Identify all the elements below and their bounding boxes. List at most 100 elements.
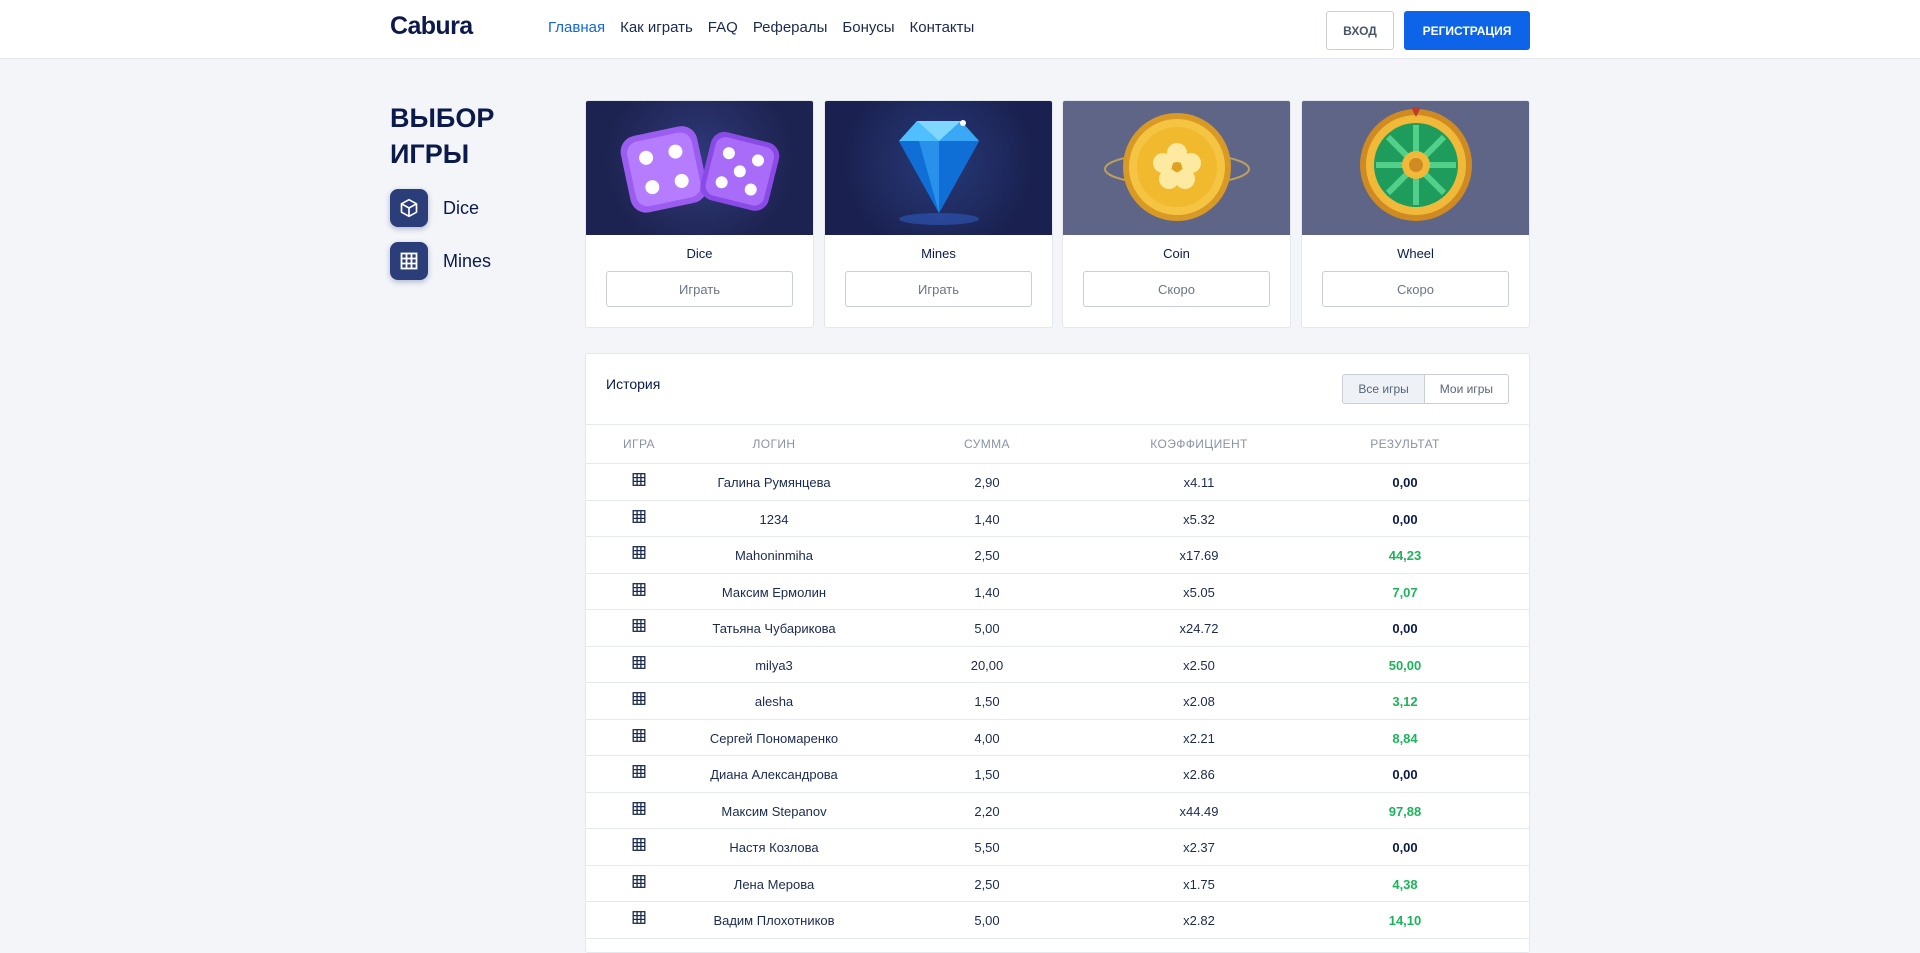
coin-image <box>1063 101 1290 235</box>
grid-icon <box>632 838 646 854</box>
grid-icon <box>632 509 646 526</box>
row-login: Галина Румянцева <box>717 475 831 490</box>
row-login: Mahoninmiha <box>734 548 814 563</box>
history-title: История <box>606 376 661 392</box>
soon-button[interactable]: Скоро <box>1083 271 1270 307</box>
row-result: 8,84 <box>1392 730 1418 746</box>
grid-icon <box>632 582 646 599</box>
login-button[interactable]: ВХОД <box>1326 11 1394 50</box>
row-result: 0,00 <box>1392 767 1418 782</box>
row-login: alesha <box>754 694 794 709</box>
filter-my-games[interactable]: Мои игры <box>1424 374 1509 404</box>
logo[interactable]: Cabura <box>390 12 473 41</box>
row-sum: 2,50 <box>974 876 1000 892</box>
grid-icon <box>632 874 646 891</box>
table-row: Татьяна Чубарикова 5,00 x24.72 0,00 <box>586 610 1529 647</box>
row-sum: 1,40 <box>974 511 1000 527</box>
table-row: Максим Stepanov 2,20 x44.49 97,88 <box>586 793 1529 829</box>
row-login: 1234 <box>759 511 789 527</box>
table-row: Mahoninmiha 2,50 x17.69 44,23 <box>586 537 1529 574</box>
nav-faq[interactable]: FAQ <box>708 19 738 36</box>
table-row: Вадим Плохотников 5,00 x2.82 14,10 <box>586 902 1529 939</box>
row-coef: x2.08 <box>1183 694 1215 709</box>
row-sum: 2,90 <box>974 475 1000 490</box>
row-coef: x17.69 <box>1179 548 1219 563</box>
filter-all-games[interactable]: Все игры <box>1342 374 1425 404</box>
game-title: Coin <box>1163 246 1190 261</box>
col-result: РЕЗУЛЬТАТ <box>1370 437 1440 451</box>
game-card-wheel[interactable]: Wheel Скоро <box>1301 100 1530 328</box>
nav-home[interactable]: Главная <box>548 19 605 36</box>
col-coef: КОЭФФИЦИЕНТ <box>1150 437 1248 451</box>
row-sum: 1,40 <box>974 584 1000 600</box>
row-login: Татьяна Чубарикова <box>712 621 836 636</box>
row-login: Настя Козлова <box>729 840 819 855</box>
sidebar-item-dice[interactable]: Dice <box>390 189 479 227</box>
nav-referrals[interactable]: Рефералы <box>753 19 828 36</box>
dice-image <box>586 101 813 235</box>
row-coef: x4.11 <box>1183 475 1215 490</box>
row-coef: x5.32 <box>1183 511 1215 527</box>
nav-contacts[interactable]: Контакты <box>910 19 975 36</box>
row-result: 4,38 <box>1392 876 1418 892</box>
game-card-coin[interactable]: Coin Скоро <box>1062 100 1291 328</box>
row-coef: x44.49 <box>1179 803 1219 819</box>
top-header: Cabura Главная Как играть FAQ Рефералы Б… <box>0 0 1920 59</box>
grid-icon <box>632 655 646 672</box>
sidebar-item-label: Dice <box>443 197 480 218</box>
row-login: Лена Мерова <box>733 876 815 892</box>
table-row: Максим Ермолин 1,40 x5.05 7,07 <box>586 574 1529 610</box>
table-row: Настя Козлова 5,50 x2.37 0,00 <box>586 829 1529 866</box>
sidebar-item-mines[interactable]: Mines <box>390 242 491 280</box>
cube-icon <box>390 189 428 227</box>
grid-icon <box>632 546 646 562</box>
row-sum: 5,00 <box>974 913 1000 928</box>
row-result: 44,23 <box>1388 548 1422 563</box>
table-row: alesha 1,50 x2.08 3,12 <box>586 683 1529 720</box>
row-coef: x2.82 <box>1183 913 1215 928</box>
sidebar-item-label: Mines <box>443 250 492 271</box>
col-game: ИГРА <box>623 437 655 451</box>
row-result: 0,00 <box>1392 621 1418 636</box>
row-result: 97,88 <box>1388 803 1422 819</box>
history-rows: Галина Румянцева 2,90 x4.11 0,00 1234 1,40 x5.… <box>586 464 1529 939</box>
play-button[interactable]: Играть <box>845 271 1032 307</box>
row-coef: x2.50 <box>1183 657 1215 673</box>
soon-button[interactable]: Скоро <box>1322 271 1509 307</box>
game-title: Dice <box>686 246 713 261</box>
nav-how-to-play[interactable]: Как играть <box>620 19 693 36</box>
sidebar-title: ВЫБОР ИГРЫ <box>390 103 495 169</box>
row-result: 0,00 <box>1392 840 1418 855</box>
row-coef: x1.75 <box>1183 876 1215 892</box>
table-row: Сергей Пономаренко 4,00 x2.21 8,84 <box>586 720 1529 756</box>
col-login: ЛОГИН <box>752 437 796 451</box>
game-card-dice[interactable]: Dice Играть <box>585 100 814 328</box>
game-card-mines[interactable]: Mines Играть <box>824 100 1053 328</box>
table-row: Галина Румянцева 2,90 x4.11 0,00 <box>586 464 1529 501</box>
grid-icon <box>390 242 428 280</box>
row-coef: x2.21 <box>1183 730 1215 746</box>
nav-bonuses[interactable]: Бонусы <box>842 19 894 36</box>
row-coef: x5.05 <box>1183 584 1215 600</box>
row-result: 0,00 <box>1392 475 1418 490</box>
play-button[interactable]: Играть <box>606 271 793 307</box>
row-sum: 4,00 <box>974 730 1000 746</box>
grid-icon <box>632 801 646 818</box>
table-row: Диана Александрова 1,50 x2.86 0,00 <box>586 756 1529 793</box>
grid-icon <box>632 765 646 781</box>
table-row: milya3 20,00 x2.50 50,00 <box>586 647 1529 683</box>
row-login: Диана Александрова <box>710 767 838 782</box>
main-nav: Главная Как играть FAQ Рефералы Бонусы К… <box>548 19 974 36</box>
row-login: Максим Ермолин <box>721 584 827 600</box>
row-sum: 20,00 <box>970 657 1004 673</box>
row-result: 3,12 <box>1392 694 1418 709</box>
game-title: Wheel <box>1397 246 1434 261</box>
row-login: Сергей Пономаренко <box>709 730 839 746</box>
row-result: 7,07 <box>1392 584 1418 600</box>
register-button[interactable]: РЕГИСТРАЦИЯ <box>1404 11 1530 50</box>
row-coef: x2.37 <box>1183 840 1215 855</box>
history-panel: История Все игры Мои игры ИГРА ЛОГИН СУМ… <box>585 353 1530 953</box>
row-result: 14,10 <box>1388 913 1422 928</box>
row-sum: 1,50 <box>974 767 1000 782</box>
wheel-image <box>1302 101 1529 235</box>
